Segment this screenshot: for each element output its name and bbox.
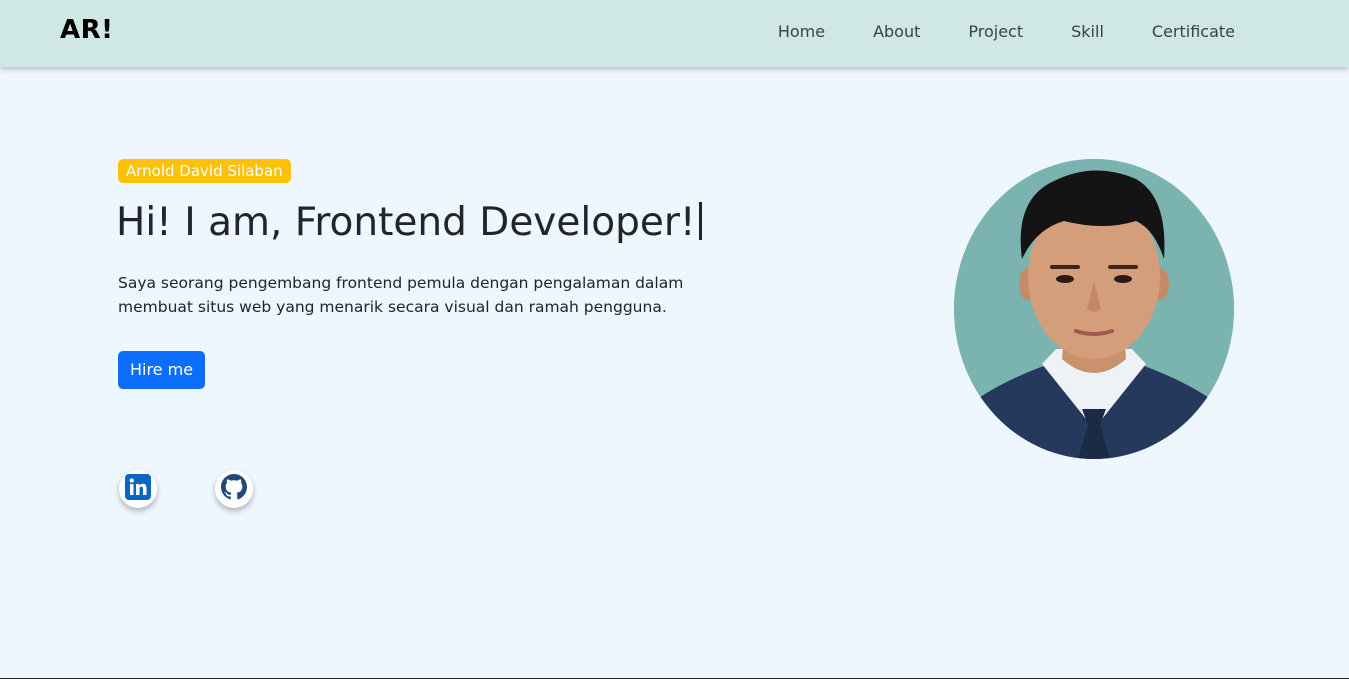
linkedin-icon <box>125 474 151 504</box>
page: AR! Home About Project Skill Certificate… <box>0 0 1349 679</box>
linkedin-link[interactable] <box>119 470 157 508</box>
nav-link-skill[interactable]: Skill <box>1071 22 1104 42</box>
nav-link-about[interactable]: About <box>873 22 920 42</box>
nav-link-home[interactable]: Home <box>778 22 825 42</box>
name-badge: Arnold David Silaban <box>118 159 291 183</box>
hero-description: Saya seorang pengembang frontend pemula … <box>118 274 684 316</box>
profile-photo <box>954 159 1234 459</box>
navbar: AR! Home About Project Skill Certificate <box>0 0 1349 67</box>
nav-link-certificate[interactable]: Certificate <box>1152 22 1235 42</box>
hero-headline: Hi! I am, Frontend Developer! <box>116 197 702 249</box>
github-icon <box>221 474 247 504</box>
nav-link-project[interactable]: Project <box>968 22 1023 42</box>
headline-text: Hi! I am, Frontend Developer! <box>116 200 696 245</box>
github-link[interactable] <box>215 470 253 508</box>
brand-logo[interactable]: AR! <box>60 15 114 45</box>
nav-menu: Home About Project Skill Certificate <box>778 22 1235 42</box>
typing-cursor <box>698 202 702 240</box>
hire-me-button[interactable]: Hire me <box>118 351 205 389</box>
